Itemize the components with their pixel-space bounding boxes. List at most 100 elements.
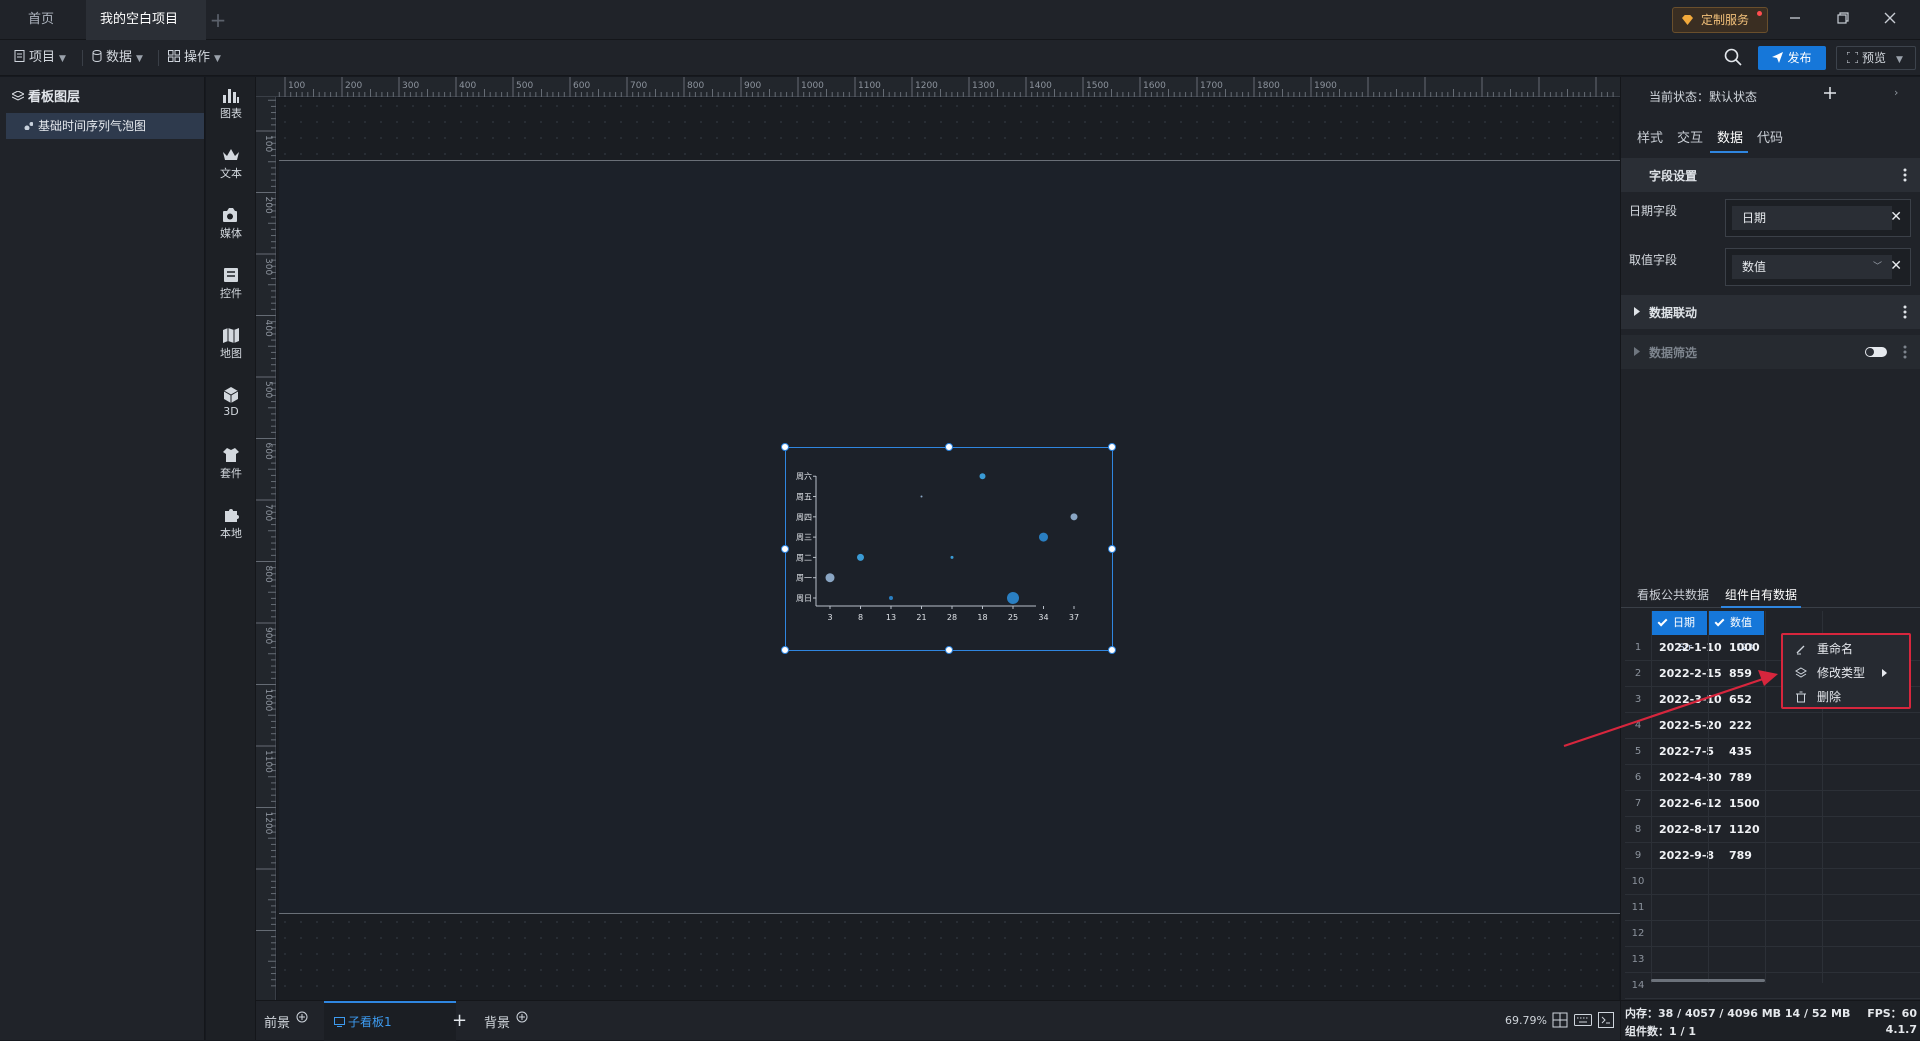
- resize-handle-tr[interactable]: [1108, 443, 1116, 451]
- component-suite[interactable]: 套件: [206, 447, 256, 481]
- resize-handle-l[interactable]: [781, 545, 789, 553]
- add-state-icon[interactable]: [1823, 86, 1837, 104]
- resize-handle-r[interactable]: [1108, 545, 1116, 553]
- component-local[interactable]: 本地: [206, 507, 256, 541]
- value-field[interactable]: 数值 ﹀ ✕: [1725, 248, 1911, 286]
- chevron-right-icon[interactable]: ›: [1894, 86, 1898, 99]
- component-media[interactable]: 媒体: [206, 207, 256, 241]
- cell-date[interactable]: 2022-6-12: [1659, 791, 1722, 817]
- tab-project[interactable]: 我的空白项目: [86, 0, 206, 62]
- tab-style[interactable]: 样式: [1637, 127, 1663, 146]
- menu-item-rename[interactable]: 重命名: [1783, 637, 1909, 661]
- search-icon[interactable]: [1724, 48, 1744, 68]
- component-count: 组件数：1 / 1: [1625, 1025, 1696, 1038]
- table-row[interactable]: 13: [1625, 947, 1920, 973]
- close-icon[interactable]: [1880, 10, 1900, 30]
- ruler-label: 1100: [263, 750, 273, 773]
- ruler-label: 800: [263, 566, 273, 583]
- component-map[interactable]: 地图: [206, 327, 256, 361]
- column-header-value[interactable]: 数值123: [1708, 611, 1764, 653]
- column-context-menu: 重命名 修改类型 删除: [1781, 633, 1911, 709]
- ruler-label: 800: [687, 81, 704, 91]
- component-chart-label: 图表: [220, 107, 242, 120]
- table-row[interactable]: 8 2022-8-17 1120: [1625, 817, 1920, 843]
- table-row[interactable]: 7 2022-6-12 1500: [1625, 791, 1920, 817]
- data-menu[interactable]: 数据 ▼: [92, 48, 143, 68]
- component-chart[interactable]: 图表: [206, 87, 256, 121]
- tab-board-public-data[interactable]: 看板公共数据: [1637, 586, 1709, 603]
- more-icon[interactable]: [1903, 304, 1907, 320]
- cell-value[interactable]: 1500: [1729, 791, 1760, 817]
- date-field[interactable]: 日期 ✕: [1725, 199, 1911, 237]
- cell-date[interactable]: 2022-1-10: [1659, 635, 1722, 661]
- custom-service-button[interactable]: 定制服务: [1672, 7, 1768, 33]
- tab-home[interactable]: 首页: [14, 0, 74, 40]
- restore-icon[interactable]: [1833, 10, 1853, 30]
- data-filter-section[interactable]: 数据筛选: [1621, 335, 1920, 369]
- tab-interaction[interactable]: 交互: [1677, 127, 1703, 146]
- layers-icon: [1795, 667, 1807, 678]
- tab-data[interactable]: 数据: [1717, 127, 1743, 146]
- menu-item-delete-label: 删除: [1817, 690, 1842, 704]
- resize-handle-b[interactable]: [945, 646, 953, 654]
- bubble-chart[interactable]: 3 8 13 21 28 18 25 34 37 周日 周一 周二 周三 周四 周五 周六: [786, 448, 1112, 650]
- add-subboard-icon[interactable]: +: [452, 1010, 467, 1031]
- ruler-label: 1800: [1257, 81, 1280, 91]
- background-tab[interactable]: 背景: [484, 1011, 528, 1031]
- publish-button[interactable]: 发布: [1758, 46, 1826, 70]
- table-row[interactable]: 9 2022-9-8 789: [1625, 843, 1920, 869]
- table-row[interactable]: 12: [1625, 921, 1920, 947]
- table-row[interactable]: 14: [1625, 973, 1920, 999]
- clear-icon[interactable]: ✕: [1890, 209, 1902, 225]
- resize-handle-br[interactable]: [1108, 646, 1116, 654]
- component-text[interactable]: 文本: [206, 147, 256, 181]
- keyboard-icon[interactable]: [1574, 1013, 1592, 1031]
- subboard-tab[interactable]: 子看板1: [324, 1001, 456, 1041]
- terminal-icon[interactable]: [1598, 1012, 1614, 1032]
- project-menu[interactable]: 项目 ▼: [14, 48, 66, 68]
- add-circle-icon[interactable]: [516, 1011, 528, 1023]
- menu-item-delete[interactable]: 删除: [1783, 685, 1909, 709]
- zoom-level[interactable]: 69.79%: [1505, 1014, 1547, 1027]
- data-linkage-section[interactable]: 数据联动: [1621, 295, 1920, 329]
- fit-screen-icon[interactable]: [1552, 1012, 1568, 1032]
- edit-icon: [1796, 645, 1805, 655]
- table-row[interactable]: 6 2022-4-30 789: [1625, 765, 1920, 791]
- add-circle-icon[interactable]: [296, 1011, 308, 1023]
- operate-menu[interactable]: 操作 ▼: [168, 48, 221, 68]
- table-scrollbar[interactable]: [1651, 979, 1765, 982]
- cell-value[interactable]: 789: [1729, 843, 1752, 869]
- data-filter-toggle[interactable]: [1865, 347, 1887, 357]
- minimize-icon[interactable]: [1785, 10, 1805, 30]
- more-icon[interactable]: [1903, 167, 1907, 183]
- resize-handle-t[interactable]: [945, 443, 953, 451]
- cell-value[interactable]: 789: [1729, 765, 1752, 791]
- chart-selection[interactable]: 3 8 13 21 28 18 25 34 37 周日 周一 周二 周三 周四 周五 周六: [781, 443, 1116, 654]
- component-control[interactable]: 控件: [206, 267, 256, 301]
- menu-item-change-type[interactable]: 修改类型: [1783, 661, 1909, 685]
- column-header-date-label: 日期: [1673, 616, 1695, 629]
- file-icon: [14, 50, 25, 62]
- resize-handle-bl[interactable]: [781, 646, 789, 654]
- cell-date[interactable]: 2022-8-17: [1659, 817, 1722, 843]
- resize-handle-tl[interactable]: [781, 443, 789, 451]
- field-settings-section[interactable]: 字段设置: [1621, 158, 1920, 192]
- cell-value[interactable]: 1000: [1729, 635, 1760, 661]
- layer-item[interactable]: 基础时间序列气泡图: [6, 113, 204, 139]
- tab-component-own-data[interactable]: 组件自有数据: [1725, 586, 1797, 603]
- clear-icon[interactable]: ✕: [1890, 258, 1902, 274]
- tab-code[interactable]: 代码: [1757, 127, 1783, 146]
- cell-date[interactable]: 2022-4-30: [1659, 765, 1722, 791]
- component-3d[interactable]: 3D: [206, 387, 256, 418]
- foreground-tab[interactable]: 前景: [264, 1011, 308, 1031]
- table-row[interactable]: 11: [1625, 895, 1920, 921]
- cell-date[interactable]: 2022-9-8: [1659, 843, 1714, 869]
- table-row[interactable]: 10: [1625, 869, 1920, 895]
- x-tick-label: 13: [886, 613, 896, 622]
- add-tab-icon[interactable]: +: [208, 10, 228, 30]
- chevron-down-icon[interactable]: ﹀: [1873, 259, 1882, 272]
- more-icon[interactable]: [1903, 344, 1907, 360]
- preview-button[interactable]: 预览 ▼: [1836, 46, 1916, 70]
- cell-value[interactable]: 1120: [1729, 817, 1760, 843]
- column-header-date[interactable]: 日期Str: [1651, 611, 1707, 653]
